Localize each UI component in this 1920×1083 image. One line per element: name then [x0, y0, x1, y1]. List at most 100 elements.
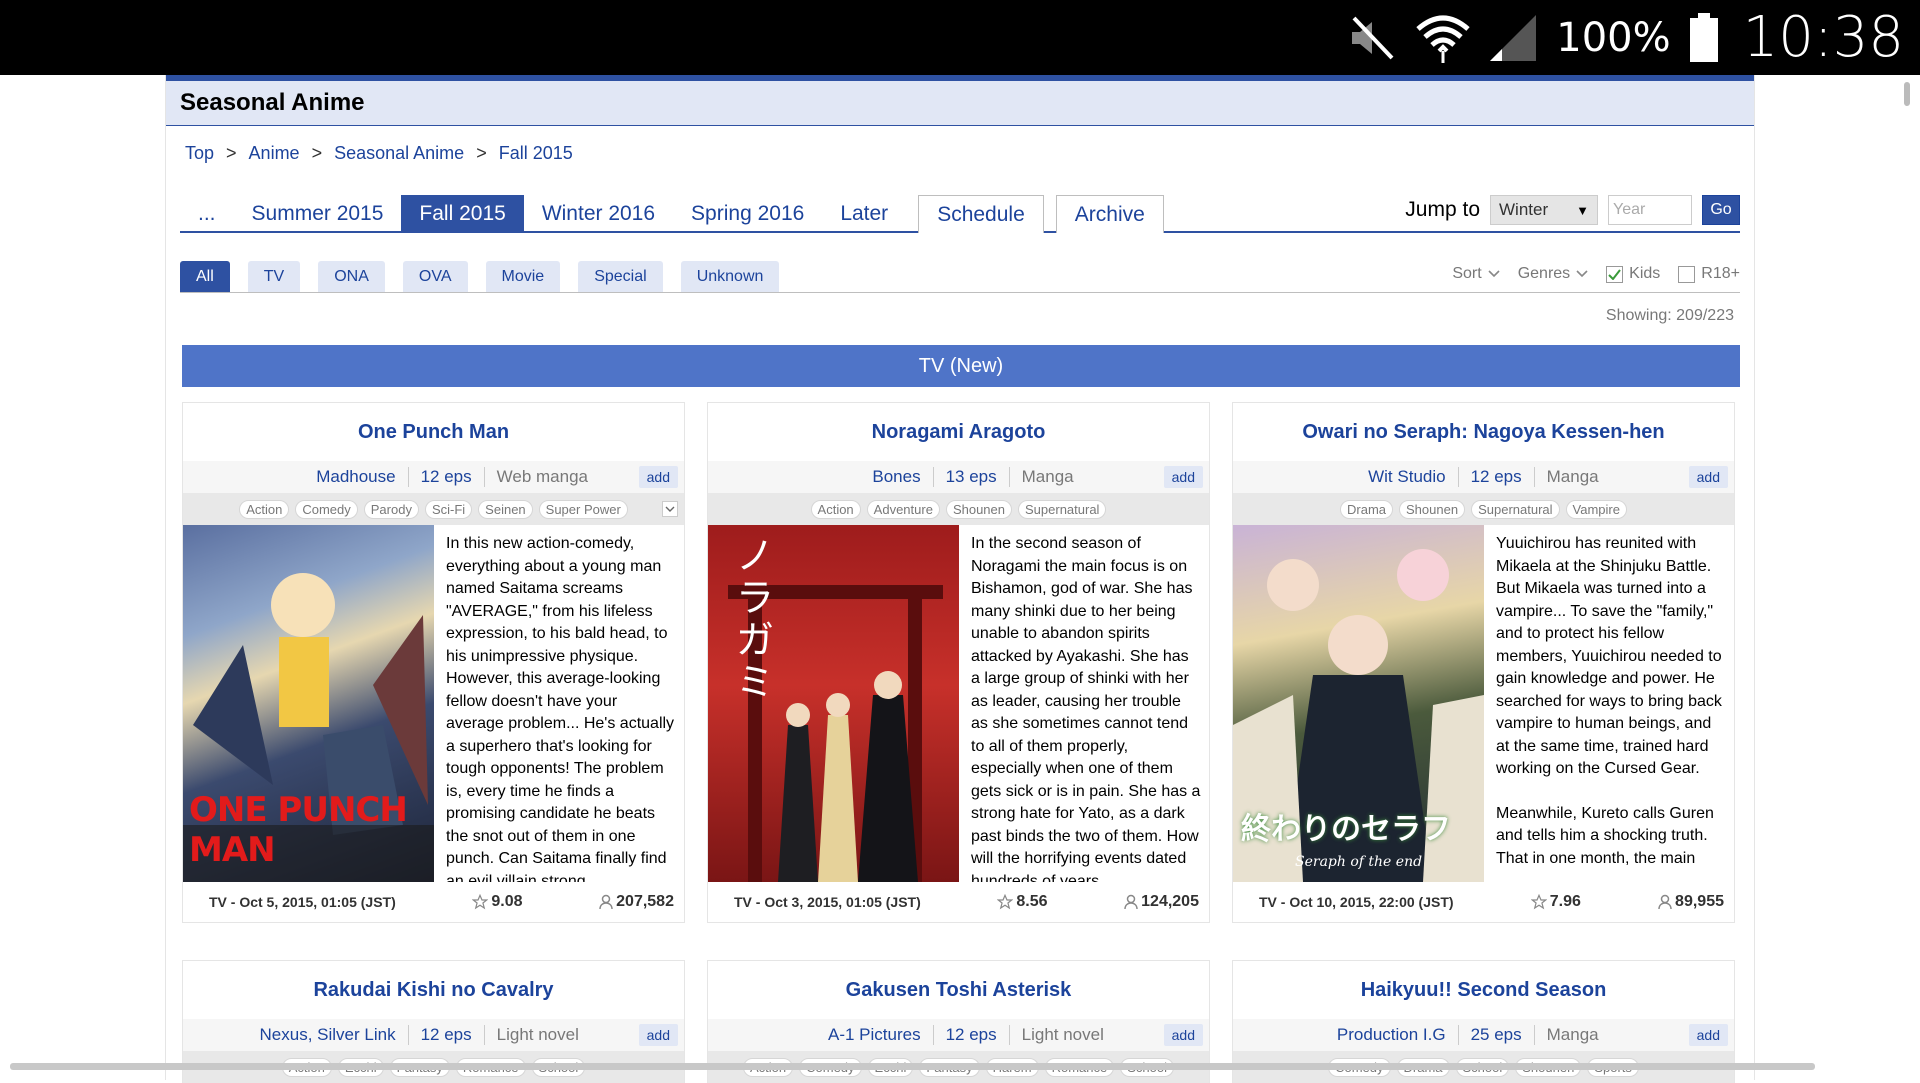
air-date: TV - Oct 5, 2015, 01:05 (JST): [209, 894, 396, 910]
section-header-tv-new: TV (New): [182, 345, 1740, 387]
anime-title[interactable]: Noragami Aragoto: [708, 403, 1209, 461]
type-ona[interactable]: ONA: [318, 261, 385, 292]
source-type: Light novel: [1021, 1025, 1104, 1044]
synopsis: In this new action-comedy, everything ab…: [446, 535, 675, 882]
genre-tag[interactable]: Super Power: [538, 499, 628, 519]
type-special[interactable]: Special: [578, 261, 663, 292]
anime-card: One Punch Man Madhouse 12 eps Web manga …: [182, 402, 685, 923]
genre-tag[interactable]: Drama: [1340, 499, 1394, 519]
genre-tag[interactable]: Sci-Fi: [424, 499, 473, 519]
type-tv[interactable]: TV: [247, 261, 301, 292]
checkmark-icon: [1608, 268, 1621, 280]
studio-link[interactable]: Production I.G: [1337, 1025, 1459, 1045]
breadcrumb-fall-2015[interactable]: Fall 2015: [499, 143, 573, 164]
clock: 10:38: [1742, 5, 1904, 70]
air-date: TV - Oct 10, 2015, 22:00 (JST): [1259, 894, 1454, 910]
studio-link[interactable]: Madhouse: [316, 467, 409, 487]
season-select-value: Winter: [1499, 200, 1549, 219]
add-to-list-button[interactable]: add: [638, 466, 678, 488]
kids-filter[interactable]: Kids: [1606, 265, 1660, 283]
synopsis-paragraph: Meanwhile, Kureto calls Guren and tells …: [1496, 804, 1714, 867]
genre-tag[interactable]: Shounen: [945, 499, 1012, 519]
add-to-list-button[interactable]: add: [1688, 1024, 1728, 1046]
poster-image[interactable]: ノラガミ: [708, 525, 959, 882]
poster-image[interactable]: 終わりのセラフ Seraph of the end: [1233, 525, 1484, 882]
members-count: 207,582: [616, 893, 674, 910]
season-select[interactable]: Winter ▼: [1490, 195, 1598, 225]
tab-later[interactable]: Later: [822, 195, 906, 233]
genres-dropdown[interactable]: Genres: [1518, 265, 1588, 283]
type-all[interactable]: All: [180, 261, 230, 292]
anime-title[interactable]: One Punch Man: [183, 403, 684, 461]
tab-summer-2015[interactable]: Summer 2015: [234, 195, 402, 233]
members: 124,205: [1124, 893, 1199, 911]
sort-dropdown[interactable]: Sort: [1452, 265, 1500, 283]
studio-link[interactable]: Nexus, Silver Link: [260, 1025, 409, 1045]
members: 89,955: [1658, 893, 1724, 911]
poster-image[interactable]: ONE PUNCH MAN: [183, 525, 434, 882]
studio-link[interactable]: Wit Studio: [1368, 467, 1459, 487]
genres-label: Genres: [1517, 265, 1571, 282]
breadcrumb-top[interactable]: Top: [185, 143, 214, 164]
production-info: Production I.G 25 eps Manga add: [1233, 1019, 1734, 1051]
add-to-list-button[interactable]: add: [638, 1024, 678, 1046]
r18-filter[interactable]: R18+: [1678, 265, 1740, 283]
type-ova[interactable]: OVA: [402, 261, 468, 292]
genre-tag[interactable]: Adventure: [866, 499, 940, 519]
episode-count: 12 eps: [1459, 467, 1535, 487]
genre-tag[interactable]: Action: [810, 499, 861, 519]
go-button[interactable]: Go: [1702, 195, 1740, 225]
page-title: Seasonal Anime: [180, 89, 365, 116]
user-icon: [1658, 894, 1672, 910]
vertical-scrollbar[interactable]: [1904, 82, 1910, 106]
genre-tag[interactable]: Supernatural: [1018, 499, 1107, 519]
tab-previous-seasons[interactable]: ...: [180, 195, 234, 233]
signal-icon: [1488, 8, 1538, 68]
page-header: Seasonal Anime: [166, 81, 1754, 126]
score: 8.56: [997, 893, 1048, 911]
tab-schedule[interactable]: Schedule: [918, 195, 1044, 233]
tab-winter-2016[interactable]: Winter 2016: [524, 195, 673, 233]
add-to-list-button[interactable]: add: [1688, 466, 1728, 488]
genre-list: Action Adventure Shounen Supernatural: [708, 493, 1209, 525]
breadcrumb-anime[interactable]: Anime: [249, 143, 300, 164]
tab-spring-2016[interactable]: Spring 2016: [673, 195, 822, 233]
genre-tag[interactable]: Shounen: [1399, 499, 1466, 519]
r18-checkbox[interactable]: [1678, 265, 1696, 283]
type-movie[interactable]: Movie: [485, 261, 561, 292]
mute-icon: [1346, 8, 1398, 68]
episode-count: 12 eps: [409, 1025, 485, 1045]
horizontal-scrollbar[interactable]: [10, 1063, 1815, 1070]
tab-fall-2015[interactable]: Fall 2015: [401, 195, 524, 233]
genre-tag[interactable]: Vampire: [1565, 499, 1627, 519]
air-date: TV - Oct 3, 2015, 01:05 (JST): [734, 894, 921, 910]
genre-tag[interactable]: Action: [239, 499, 290, 519]
studio-link[interactable]: A-1 Pictures: [828, 1025, 934, 1045]
breadcrumb-seasonal-anime[interactable]: Seasonal Anime: [334, 143, 464, 164]
genre-tag[interactable]: Seinen: [478, 499, 533, 519]
members: 207,582: [599, 893, 674, 911]
genre-tag[interactable]: Comedy: [295, 499, 358, 519]
genre-tag[interactable]: Parody: [363, 499, 419, 519]
expand-genres-toggle[interactable]: [662, 501, 678, 517]
genre-tag[interactable]: Supernatural: [1471, 499, 1560, 519]
anime-title[interactable]: Gakusen Toshi Asterisk: [708, 961, 1209, 1019]
sort-filters: Sort Genres Kids R18+: [1452, 265, 1740, 283]
episode-count: 12 eps: [934, 1025, 1010, 1045]
season-nav: ... Summer 2015 Fall 2015 Winter 2016 Sp…: [180, 193, 1740, 233]
anime-info: TV - Oct 3, 2015, 01:05 (JST) 8.56 124,2…: [708, 882, 1209, 922]
tab-archive[interactable]: Archive: [1055, 195, 1164, 233]
battery-percent: 100%: [1556, 14, 1671, 61]
anime-title[interactable]: Rakudai Kishi no Cavalry: [183, 961, 684, 1019]
studio-link[interactable]: Bones: [872, 467, 934, 487]
add-to-list-button[interactable]: add: [1163, 466, 1203, 488]
episode-count: 13 eps: [934, 467, 1010, 487]
source-type: Manga: [1546, 1025, 1599, 1044]
add-to-list-button[interactable]: add: [1163, 1024, 1203, 1046]
breadcrumb-separator: >: [226, 143, 237, 163]
anime-title[interactable]: Haikyuu!! Second Season: [1233, 961, 1734, 1019]
anime-title[interactable]: Owari no Seraph: Nagoya Kessen-hen: [1233, 403, 1734, 461]
kids-checkbox[interactable]: [1606, 265, 1624, 283]
type-unknown[interactable]: Unknown: [680, 261, 780, 292]
year-input[interactable]: Year: [1608, 195, 1692, 225]
